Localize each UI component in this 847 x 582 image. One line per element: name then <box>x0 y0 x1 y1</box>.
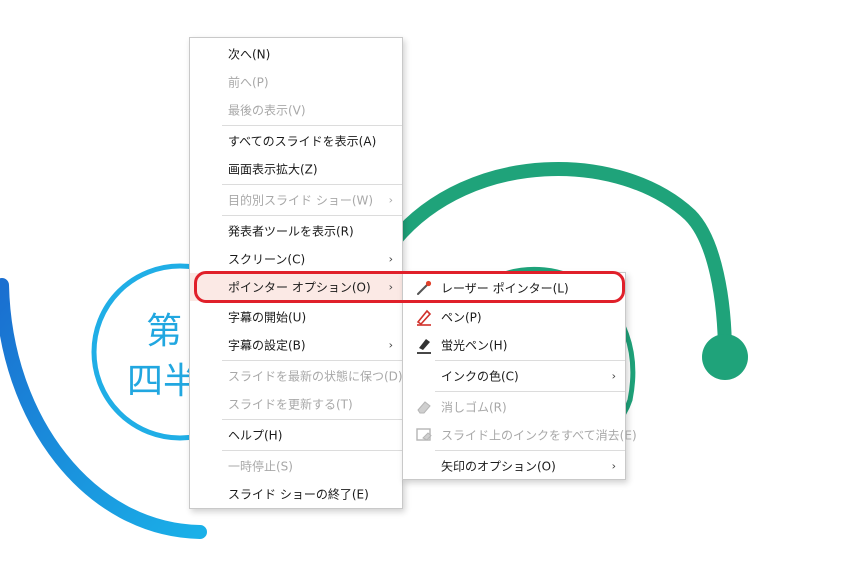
menu-item-presenter-view[interactable]: 発表者ツールを表示(R) <box>190 217 402 245</box>
menu-item-label: スライドを更新する(T) <box>228 397 353 412</box>
menu-item-keep-slides-updated[interactable]: スライドを最新の状態に保つ(D) <box>190 362 403 390</box>
menu-item-last-viewed[interactable]: 最後の表示(V) <box>190 96 402 124</box>
menu-separator <box>435 360 625 361</box>
menu-item-label: 目的別スライド ショー(W) <box>228 193 374 208</box>
erase-all-ink-icon <box>416 428 432 441</box>
menu-separator <box>435 391 625 392</box>
menu-item-label: 次へ(N) <box>228 47 271 62</box>
menu-item-see-all-slides[interactable]: すべてのスライドを表示(A) <box>190 127 402 155</box>
menu-item-label: 蛍光ペン(H) <box>441 338 508 353</box>
slide-title-line1: 第 <box>146 311 183 352</box>
menu-item-end-show[interactable]: スライド ショーの終了(E) <box>190 480 402 508</box>
menu-item-label: スライド上のインクをすべて消去(E) <box>441 428 637 443</box>
submenu-item-eraser[interactable]: 消しゴム(R) <box>403 393 625 421</box>
menu-item-pause[interactable]: 一時停止(S) <box>190 452 402 480</box>
submenu-item-erase-all-ink[interactable]: スライド上のインクをすべて消去(E) <box>403 421 637 449</box>
chevron-right-icon: › <box>611 459 616 473</box>
red-highlight-callout <box>194 271 625 303</box>
eraser-icon <box>417 401 431 414</box>
submenu-item-ink-color[interactable]: インクの色(C) › <box>403 362 625 390</box>
menu-item-label: スライド ショーの終了(E) <box>228 487 369 502</box>
menu-item-label: 画面表示拡大(Z) <box>228 162 318 177</box>
menu-item-label: 消しゴム(R) <box>441 400 507 415</box>
menu-item-label: 矢印のオプション(O) <box>441 459 556 474</box>
menu-item-zoom[interactable]: 画面表示拡大(Z) <box>190 155 402 183</box>
menu-separator <box>222 125 402 126</box>
menu-separator <box>222 184 402 185</box>
submenu-item-highlighter[interactable]: 蛍光ペン(H) <box>403 331 625 359</box>
pen-icon <box>416 309 432 326</box>
menu-separator <box>435 450 625 451</box>
menu-item-label: 字幕の設定(B) <box>228 338 306 353</box>
menu-item-previous[interactable]: 前へ(P) <box>190 68 402 96</box>
pointer-options-submenu: レーザー ポインター(L) ペン(P) 蛍光ペン(H) インクの色(C) › 消… <box>402 272 637 480</box>
menu-separator <box>222 419 402 420</box>
menu-item-label: 発表者ツールを表示(R) <box>228 224 354 239</box>
menu-item-update-slides[interactable]: スライドを更新する(T) <box>190 390 402 418</box>
menu-item-subtitle-settings[interactable]: 字幕の設定(B) › <box>190 331 402 359</box>
menu-item-label: スクリーン(C) <box>228 252 306 267</box>
menu-item-label: 最後の表示(V) <box>228 103 306 118</box>
chevron-right-icon: › <box>388 338 393 352</box>
menu-item-label: スライドを最新の状態に保つ(D) <box>228 369 403 384</box>
menu-item-label: すべてのスライドを表示(A) <box>228 134 377 149</box>
submenu-item-pen[interactable]: ペン(P) <box>403 303 625 331</box>
menu-item-label: 一時停止(S) <box>228 459 293 474</box>
menu-separator <box>222 450 402 451</box>
chevron-right-icon: › <box>388 252 393 266</box>
menu-item-label: ペン(P) <box>441 310 482 325</box>
green-arc-endpoint <box>702 334 748 380</box>
menu-item-screen[interactable]: スクリーン(C) › <box>190 245 402 273</box>
menu-item-label: 前へ(P) <box>228 75 269 90</box>
chevron-right-icon: › <box>388 193 393 207</box>
menu-item-label: インクの色(C) <box>441 369 519 384</box>
menu-separator <box>222 215 402 216</box>
submenu-item-arrow-options[interactable]: 矢印のオプション(O) › <box>403 452 625 480</box>
menu-item-next[interactable]: 次へ(N) <box>190 40 402 68</box>
menu-item-custom-show[interactable]: 目的別スライド ショー(W) › <box>190 186 402 214</box>
menu-separator <box>222 360 402 361</box>
highlighter-icon <box>417 339 431 354</box>
menu-item-help[interactable]: ヘルプ(H) <box>190 421 402 449</box>
chevron-right-icon: › <box>611 369 616 383</box>
menu-item-label: ヘルプ(H) <box>228 428 283 443</box>
menu-item-start-subtitles[interactable]: 字幕の開始(U) <box>190 303 402 331</box>
menu-item-label: 字幕の開始(U) <box>228 310 307 325</box>
